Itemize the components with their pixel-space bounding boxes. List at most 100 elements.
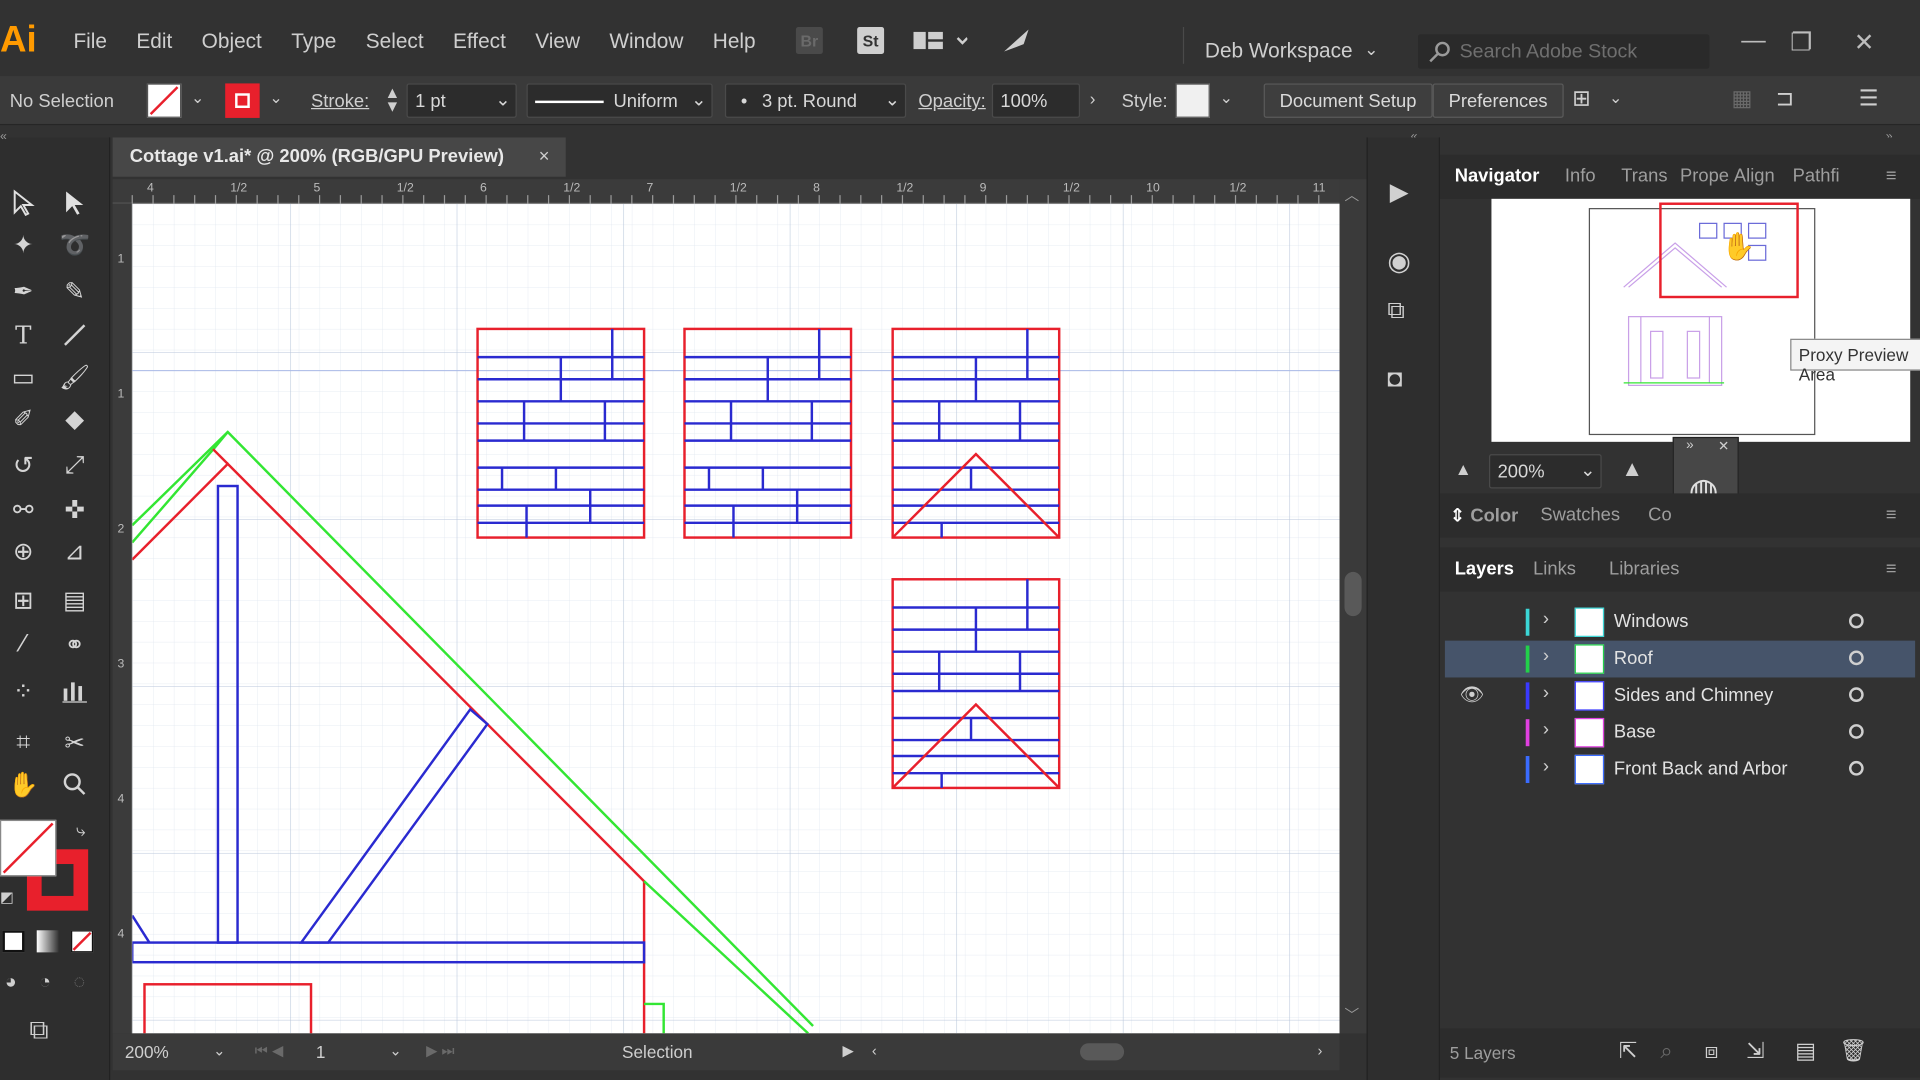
- variable-width-profile-dropdown[interactable]: Uniform ⌄: [526, 83, 713, 118]
- shape-builder-icon[interactable]: ⊕: [5, 533, 42, 570]
- blend-tool-icon[interactable]: ⚭: [56, 626, 93, 663]
- panel-menu-icon[interactable]: ☰: [1859, 86, 1879, 112]
- workspace-switcher[interactable]: Deb Workspace: [1205, 39, 1353, 64]
- screen-mode-icon[interactable]: ⧉: [29, 1014, 48, 1046]
- zoom-level[interactable]: 200%: [125, 1042, 169, 1062]
- scroll-thumb[interactable]: [1344, 571, 1362, 617]
- artboard-canvas[interactable]: [132, 203, 1340, 1034]
- eraser-icon[interactable]: ◆: [56, 400, 93, 437]
- artboard-tool-icon[interactable]: ⌗: [5, 724, 42, 761]
- visibility-eye-icon[interactable]: 👁: [1460, 682, 1485, 707]
- navigator-zoom-input[interactable]: 200% ⌄: [1488, 454, 1602, 489]
- paintbrush-icon[interactable]: 🖌: [56, 358, 93, 395]
- eyedropper-icon[interactable]: ⁄: [5, 626, 42, 663]
- opacity-input[interactable]: 100%: [991, 83, 1081, 118]
- chevron-down-icon[interactable]: ⌄: [191, 88, 204, 108]
- minimize-icon[interactable]: —: [1741, 27, 1765, 55]
- stroke-weight-dropdown[interactable]: 1 pt ⌄: [406, 83, 517, 118]
- menu-window[interactable]: Window: [595, 29, 698, 54]
- menu-help[interactable]: Help: [698, 29, 770, 54]
- tab-color[interactable]: ⇕ Color: [1450, 504, 1518, 527]
- align-icon[interactable]: ▦: [1731, 86, 1752, 112]
- menu-type[interactable]: Type: [277, 29, 352, 54]
- actions-play-icon[interactable]: ▶: [1390, 177, 1409, 208]
- trash-icon[interactable]: 🗑: [1839, 1038, 1867, 1064]
- line-tool-icon[interactable]: [56, 317, 93, 354]
- expand-arrow-icon[interactable]: ›: [1543, 609, 1549, 630]
- scroll-down-icon[interactable]: ﹀: [1345, 1004, 1360, 1025]
- expand-arrow-icon[interactable]: ›: [1543, 719, 1549, 740]
- target-icon[interactable]: [1848, 613, 1864, 629]
- panel-menu-icon[interactable]: ≡: [1886, 558, 1897, 579]
- bridge-icon[interactable]: Br: [795, 27, 823, 55]
- tab-libraries[interactable]: Libraries: [1609, 558, 1679, 579]
- puppet-warp-icon[interactable]: ✜: [56, 491, 93, 528]
- target-icon[interactable]: [1848, 724, 1864, 739]
- menu-object[interactable]: Object: [187, 29, 277, 54]
- layer-row[interactable]: › Base: [1445, 714, 1915, 751]
- curvature-tool-icon[interactable]: ✎: [56, 272, 93, 309]
- perspective-grid-icon[interactable]: ⊿: [56, 533, 93, 570]
- chevron-down-icon[interactable]: ⌄: [1364, 39, 1378, 60]
- maximize-icon[interactable]: ❐: [1790, 27, 1812, 58]
- expand-arrow-icon[interactable]: ›: [1543, 756, 1549, 777]
- chevron-down-icon[interactable]: ⌄: [389, 1042, 401, 1059]
- draw-normal-icon[interactable]: ◕: [5, 972, 17, 994]
- tab-align[interactable]: Align: [1734, 166, 1775, 187]
- chevron-down-icon[interactable]: ⌄: [269, 88, 282, 108]
- chevron-down-icon[interactable]: ⌄: [213, 1042, 225, 1059]
- expand-arrow-icon[interactable]: ›: [1543, 646, 1549, 667]
- shaper-tool-icon[interactable]: ✐: [5, 400, 42, 437]
- collapse-left-icon[interactable]: «: [0, 130, 7, 144]
- slice-tool-icon[interactable]: ✂: [56, 724, 93, 761]
- vertical-ruler[interactable]: 1 1 2 3 4 4: [112, 203, 133, 1034]
- tab-swatches[interactable]: Swatches: [1540, 504, 1620, 525]
- stroke-swatch[interactable]: [225, 83, 260, 118]
- transform-icon[interactable]: ⊞: [1572, 86, 1590, 112]
- tab-color-guide[interactable]: Co: [1648, 504, 1671, 525]
- zoom-tool-icon[interactable]: [56, 766, 93, 803]
- isolate-icon[interactable]: ⊐: [1776, 86, 1794, 112]
- horizontal-scroll-thumb[interactable]: [1080, 1043, 1125, 1061]
- layer-row[interactable]: 👁 › Sides and Chimney: [1445, 677, 1915, 714]
- draw-inside-icon[interactable]: ◌: [73, 972, 85, 994]
- tab-layers[interactable]: Layers: [1455, 558, 1514, 579]
- fill-color-box[interactable]: [0, 819, 57, 877]
- target-icon[interactable]: [1848, 650, 1864, 666]
- document-tab[interactable]: Cottage v1.ai* @ 200% (RGB/GPU Preview) …: [112, 137, 566, 177]
- default-fill-stroke-icon[interactable]: ◩: [0, 889, 14, 906]
- close-document-icon[interactable]: ×: [539, 146, 550, 167]
- symbol-sprayer-icon[interactable]: ⁘: [5, 673, 42, 710]
- lasso-icon[interactable]: ➰: [56, 226, 93, 263]
- vertical-scrollbar[interactable]: ︿ ﹀: [1339, 179, 1367, 1034]
- locate-object-icon[interactable]: ⌕: [1660, 1038, 1672, 1064]
- appearance-icon[interactable]: ◉: [1387, 245, 1411, 277]
- expand-arrow-icon[interactable]: ›: [1543, 682, 1549, 703]
- chevron-right-icon[interactable]: ›: [1090, 88, 1096, 108]
- stepper-icon[interactable]: ▲ ▼: [384, 85, 400, 114]
- scroll-left-icon[interactable]: ‹: [872, 1042, 877, 1059]
- new-sublayer-icon[interactable]: ⇲: [1746, 1038, 1764, 1064]
- target-icon[interactable]: [1848, 687, 1864, 703]
- fill-swatch[interactable]: [146, 83, 182, 118]
- pen-tool-icon[interactable]: ✒: [5, 272, 42, 309]
- rectangle-tool-icon[interactable]: ▭: [5, 358, 42, 395]
- first-artboard-icon[interactable]: ⏮ ◀: [255, 1042, 284, 1060]
- new-layer-icon[interactable]: ▤: [1795, 1038, 1816, 1064]
- zoom-out-icon[interactable]: ▲: [1455, 459, 1472, 479]
- tab-navigator[interactable]: Navigator: [1455, 166, 1540, 187]
- column-graph-icon[interactable]: [56, 673, 93, 710]
- menu-edit[interactable]: Edit: [122, 29, 187, 54]
- stock-search-input[interactable]: Search Adobe Stock: [1417, 34, 1710, 69]
- layer-row[interactable]: › Roof: [1444, 640, 1916, 678]
- tab-properties[interactable]: Prope: [1680, 166, 1729, 187]
- export-icon[interactable]: ⇱: [1619, 1038, 1637, 1064]
- rotate-tool-icon[interactable]: ↺: [5, 447, 42, 484]
- type-tool-icon[interactable]: T: [5, 317, 42, 354]
- horizontal-ruler[interactable]: 4 1/2 5 1/2 6 1/2 7 1/2 8 1/2 9 1/2 10 1/2 11: [112, 179, 1340, 204]
- clipping-mask-icon[interactable]: ⧈: [1705, 1038, 1719, 1064]
- collapse-icon[interactable]: »: [1686, 438, 1694, 453]
- menu-effect[interactable]: Effect: [438, 29, 520, 54]
- chevron-down-icon[interactable]: ⌄: [1220, 88, 1233, 108]
- menu-select[interactable]: Select: [351, 29, 438, 54]
